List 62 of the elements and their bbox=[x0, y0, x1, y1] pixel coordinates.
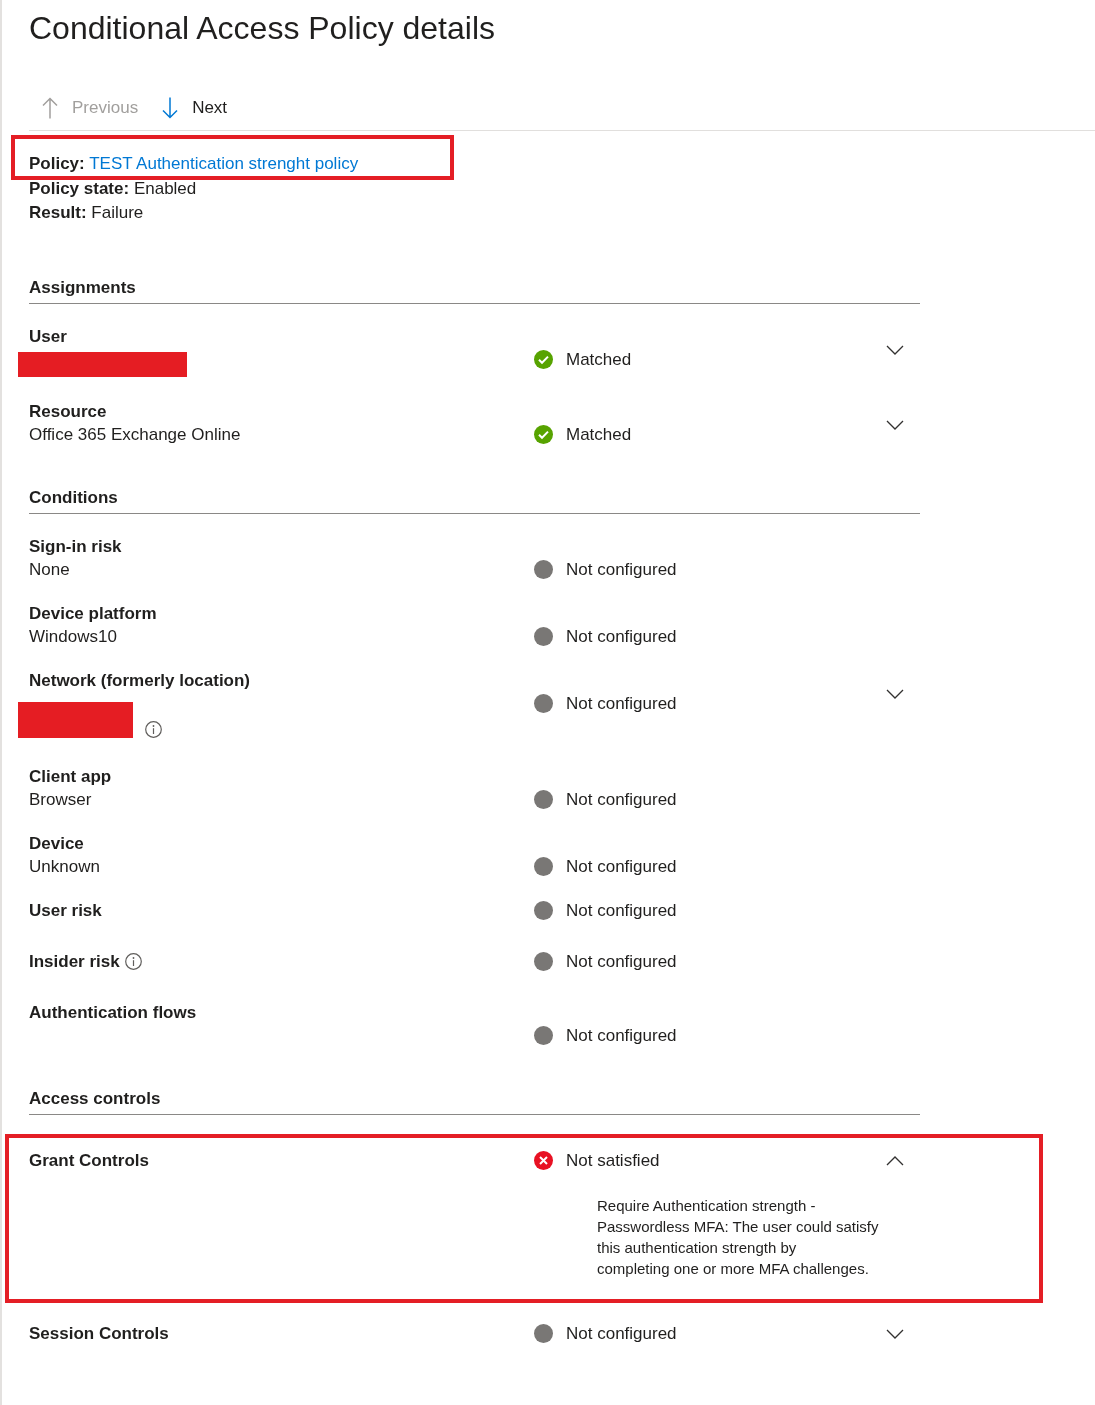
status-text: Not configured bbox=[566, 855, 677, 878]
status-text: Matched bbox=[566, 423, 632, 446]
row-label: Resource bbox=[29, 400, 107, 423]
info-icon[interactable] bbox=[145, 720, 162, 738]
status-text: Not configured bbox=[566, 899, 677, 922]
status-dot-icon bbox=[534, 856, 553, 876]
field-value: Failure bbox=[91, 203, 144, 222]
row-label: Session Controls bbox=[29, 1322, 169, 1345]
row-value: Unknown bbox=[29, 855, 100, 878]
row-label: Authentication flows bbox=[29, 1001, 197, 1024]
detail-text: Require Authentication strength - Passwordless MFA: The user could satisfy this authentication strength by completing one or more MFA challenges. bbox=[597, 1195, 879, 1279]
status-dot-icon bbox=[534, 1025, 553, 1045]
row-label: Network (formerly location) bbox=[29, 669, 251, 692]
status-dot-icon bbox=[534, 951, 553, 971]
info-icon[interactable] bbox=[124, 952, 142, 970]
status-text: Not configured bbox=[566, 950, 677, 973]
policy-link[interactable]: TEST Authentication strenght policy bbox=[89, 154, 359, 173]
status-text: Not configured bbox=[566, 1024, 677, 1047]
status-text: Not configured bbox=[566, 625, 677, 648]
row-label: Insider risk bbox=[29, 950, 120, 973]
status-text: Matched bbox=[566, 348, 632, 371]
x-circle-icon bbox=[534, 1150, 553, 1170]
field-value: Enabled bbox=[133, 178, 197, 198]
status-dot-icon bbox=[534, 1323, 553, 1343]
chevron-up-icon[interactable] bbox=[886, 1155, 904, 1166]
status-text: Not configured bbox=[566, 692, 677, 715]
row-label: Device platform bbox=[29, 602, 157, 625]
row-label: User risk bbox=[29, 899, 102, 922]
section-heading: Conditions bbox=[29, 486, 118, 509]
nav-button[interactable]: Next bbox=[162, 97, 228, 119]
chevron-down-icon[interactable] bbox=[886, 419, 904, 430]
status-dot-icon bbox=[534, 789, 553, 809]
status-text: Not configured bbox=[566, 1322, 677, 1345]
section-heading: Access controls bbox=[29, 1087, 161, 1110]
status-text: Not satisfied bbox=[566, 1149, 660, 1172]
arrow-up-icon bbox=[42, 97, 58, 119]
section-heading: Assignments bbox=[29, 276, 136, 299]
status-dot-icon bbox=[534, 900, 553, 920]
chevron-down-icon[interactable] bbox=[886, 1328, 904, 1339]
status-dot-icon bbox=[534, 693, 553, 713]
row-label: User bbox=[29, 325, 67, 348]
row-label: Grant Controls bbox=[29, 1149, 149, 1172]
field-label: Result: bbox=[29, 203, 87, 222]
field-label: Policy: bbox=[29, 154, 85, 173]
row-value: Browser bbox=[29, 788, 92, 811]
chevron-down-icon[interactable] bbox=[886, 688, 904, 699]
row-value: Office 365 Exchange Online bbox=[29, 423, 241, 446]
status-text: Not configured bbox=[566, 558, 677, 581]
row-label: Device bbox=[29, 832, 84, 855]
status-dot-icon bbox=[534, 559, 553, 579]
chevron-down-icon[interactable] bbox=[886, 344, 904, 355]
row-label: Sign-in risk bbox=[29, 535, 122, 558]
check-circle-icon bbox=[534, 349, 553, 369]
row-value: Windows10 bbox=[29, 625, 117, 648]
arrow-down-icon bbox=[162, 97, 179, 119]
row-value: None bbox=[29, 558, 70, 581]
page-title: Conditional Access Policy details bbox=[29, 9, 495, 48]
field-label: Policy state: bbox=[29, 178, 130, 198]
status-dot-icon bbox=[534, 626, 553, 646]
check-circle-icon bbox=[534, 424, 553, 444]
row-label: Client app bbox=[29, 765, 112, 788]
status-text: Not configured bbox=[566, 788, 677, 811]
